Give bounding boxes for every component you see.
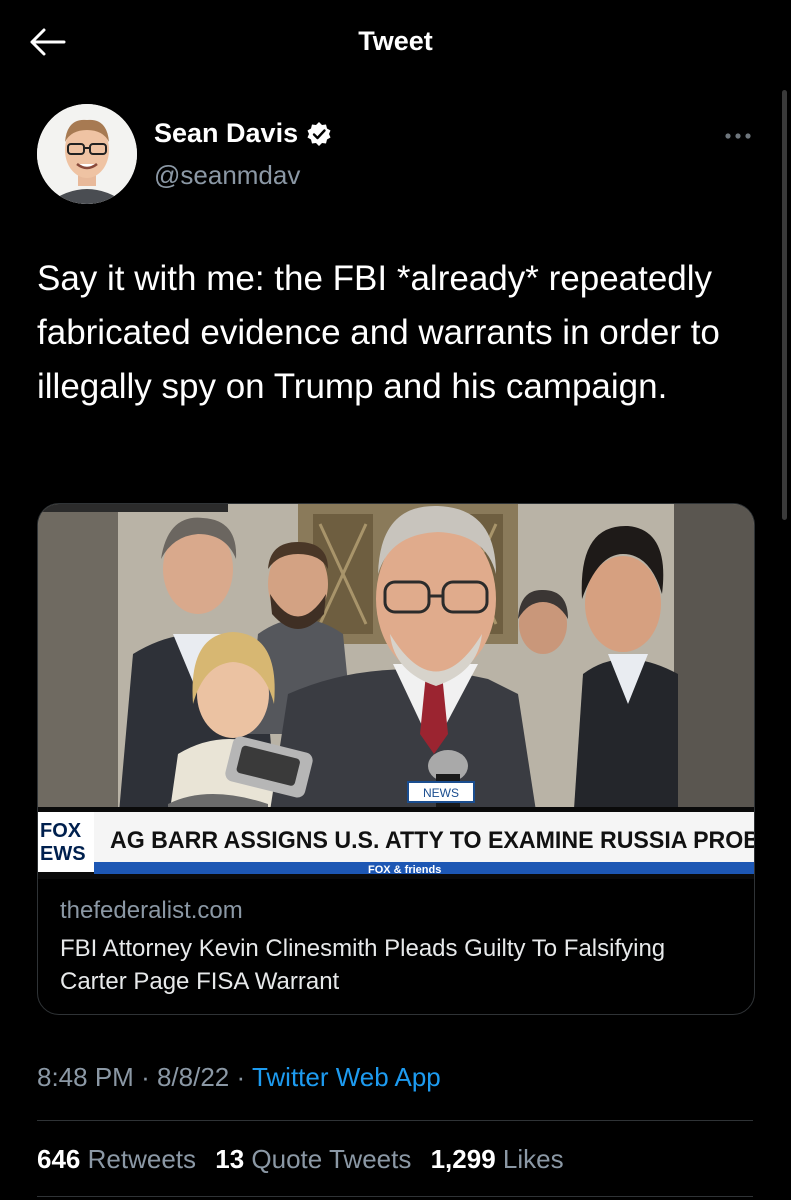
retweets-stat[interactable]: 646 Retweets [37, 1144, 196, 1174]
more-options-button[interactable] [718, 124, 758, 148]
page-title: Tweet [358, 26, 433, 56]
likes-count: 1,299 [430, 1144, 496, 1174]
likes-stat[interactable]: 1,299 Likes [431, 1144, 564, 1174]
avatar[interactable] [37, 104, 137, 204]
retweets-label: Retweets [87, 1144, 197, 1174]
source-app-link[interactable]: Twitter Web App [252, 1062, 441, 1092]
quote-tweets-count: 13 [215, 1144, 245, 1174]
quote-tweets-stat[interactable]: 13 Quote Tweets [215, 1144, 411, 1174]
card-title: FBI Attorney Kevin Clinesmith Pleads Gui… [60, 935, 666, 995]
author-name[interactable]: Sean Davis [154, 118, 332, 149]
fox-logo-top: FOX [40, 820, 82, 842]
retweets-count: 646 [37, 1144, 81, 1174]
news-photo: NEWS FOX EWS AG BARR ASSIGNS U.S. ATTY T… [38, 504, 754, 879]
divider-bottom [37, 1196, 753, 1197]
divider [37, 1120, 753, 1121]
card-domain: thefederalist.com [60, 897, 243, 924]
quote-tweets-label: Quote Tweets [251, 1144, 412, 1174]
tweet-date[interactable]: 8/8/22 [157, 1062, 229, 1092]
engagement-stats: 646 Retweets 13 Quote Tweets 1,299 Likes [37, 1144, 576, 1175]
card-image[interactable]: NEWS FOX EWS AG BARR ASSIGNS U.S. ATTY T… [38, 504, 754, 879]
meta-separator: · [141, 1062, 150, 1092]
mic-flag-text: NEWS [423, 786, 459, 800]
author-handle[interactable]: @seanmdav [154, 160, 300, 191]
tweet-text: Say it with me: the FBI *already* repeat… [37, 259, 720, 406]
more-dots-icon [725, 133, 751, 139]
avatar-photo [37, 104, 137, 204]
show-name: FOX & friends [368, 864, 441, 876]
fox-logo-bottom: EWS [40, 843, 86, 865]
link-preview-card[interactable]: NEWS FOX EWS AG BARR ASSIGNS U.S. ATTY T… [37, 503, 755, 1015]
author-name-text: Sean Davis [154, 118, 299, 148]
chyron-headline: AG BARR ASSIGNS U.S. ATTY TO EXAMINE RUS… [110, 827, 754, 854]
scrollbar[interactable] [782, 90, 787, 520]
tweet-detail-page: Tweet Sean Davis @seanmdav Say it with m… [0, 0, 791, 1200]
meta-separator-2: · [236, 1062, 246, 1092]
top-bar: Tweet [0, 0, 791, 84]
verified-badge-icon [307, 121, 331, 146]
tweet-time[interactable]: 8:48 PM [37, 1062, 134, 1092]
tweet-meta: 8:48 PM · 8/8/22 · Twitter Web App [37, 1062, 441, 1093]
likes-label: Likes [502, 1144, 564, 1174]
